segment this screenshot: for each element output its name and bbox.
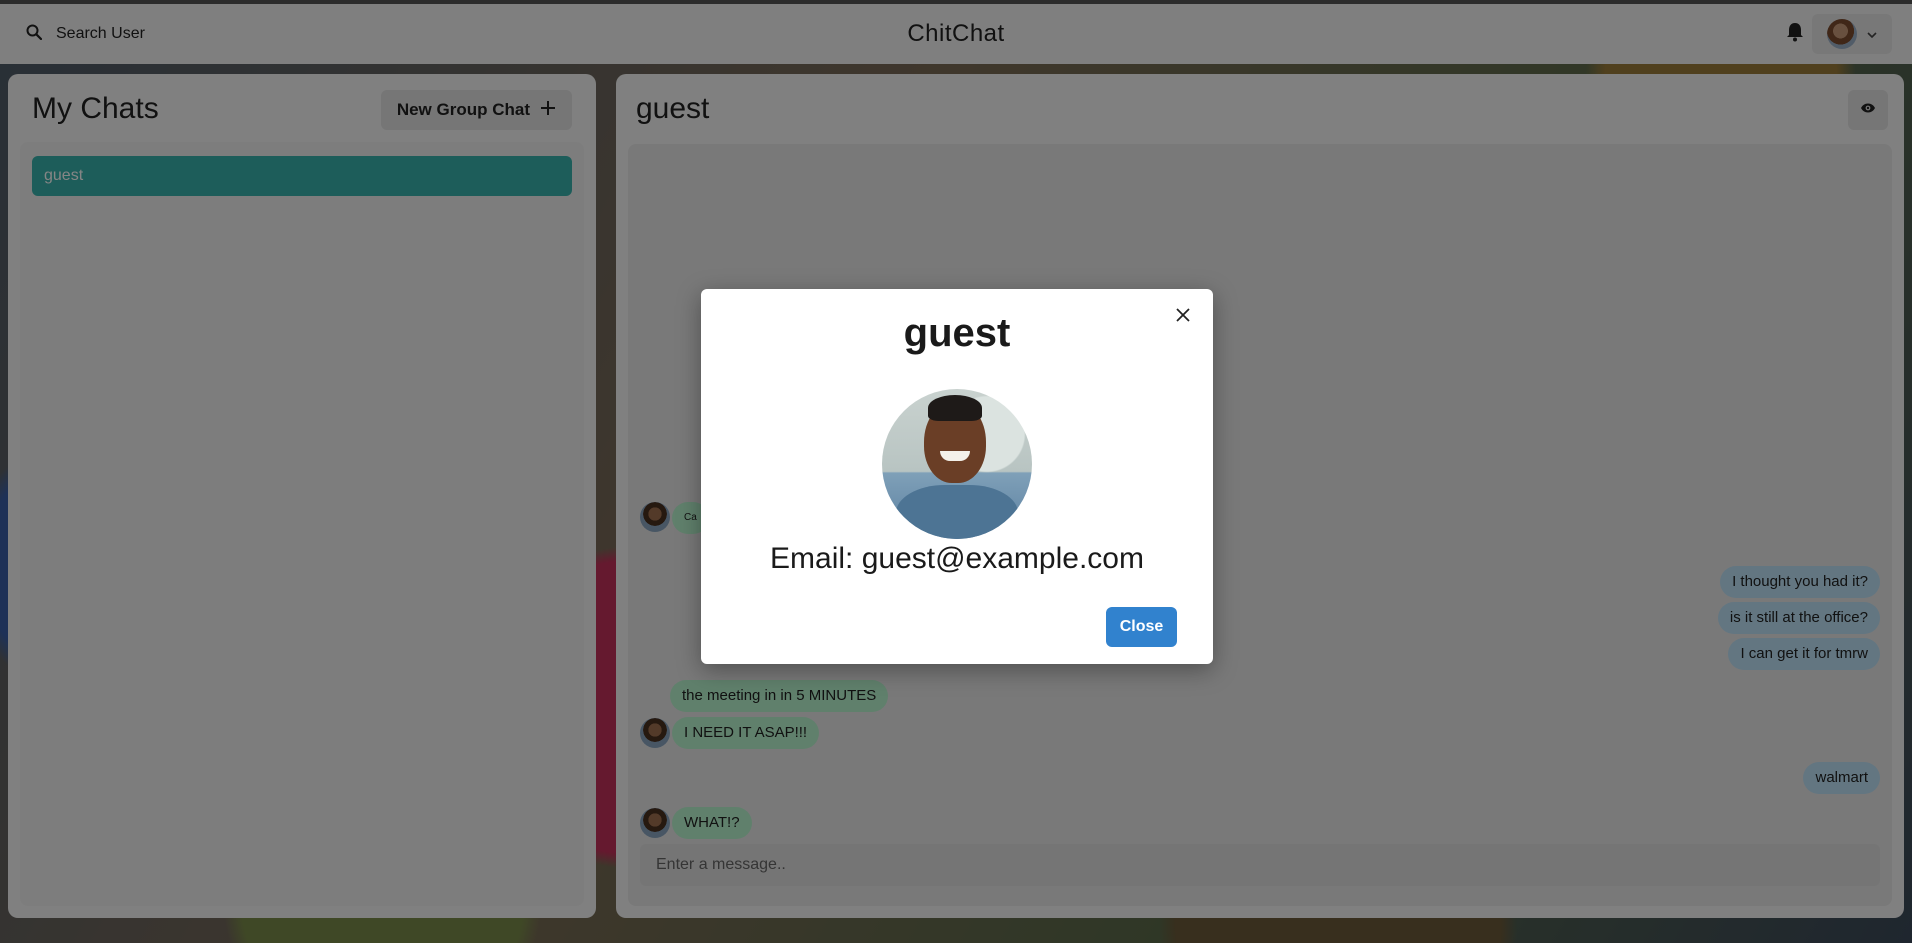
profile-photo bbox=[882, 389, 1032, 539]
close-button[interactable]: Close bbox=[1106, 607, 1177, 647]
modal-title: guest bbox=[903, 311, 1011, 355]
profile-modal: guest Email: guest@example.com Close bbox=[701, 289, 1213, 664]
email-text: Email: guest@example.com bbox=[770, 542, 1144, 575]
